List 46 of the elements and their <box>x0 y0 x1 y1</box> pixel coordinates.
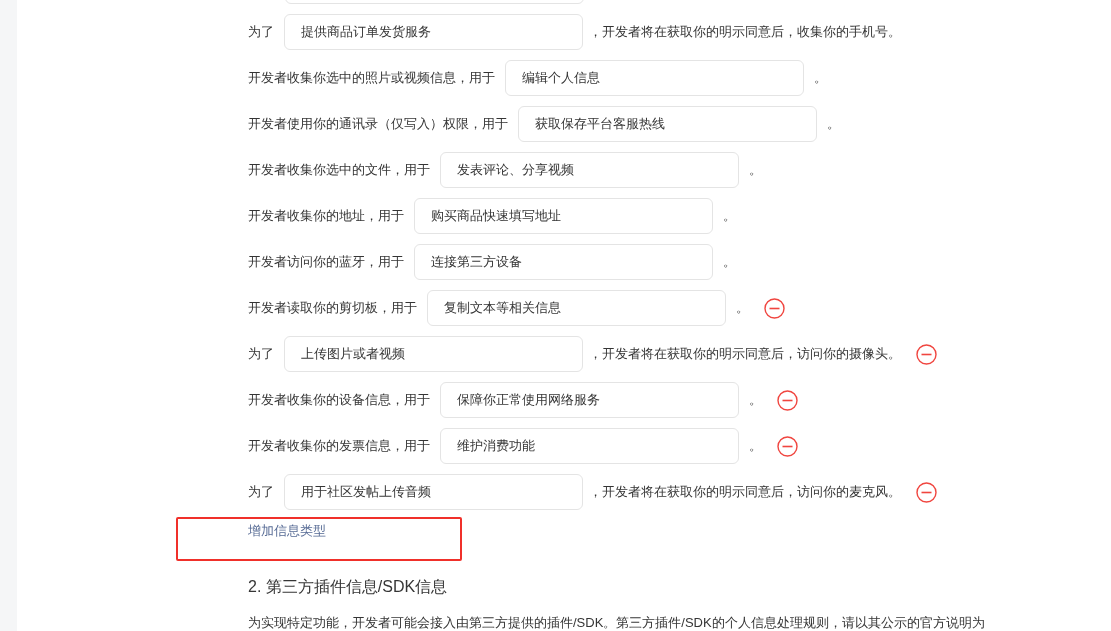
remove-button[interactable] <box>764 297 785 319</box>
purpose-label: 为了 <box>248 483 274 502</box>
minus-circle-icon <box>777 389 798 411</box>
remove-button[interactable] <box>777 389 798 411</box>
input-field[interactable]: 编辑个人信息 <box>505 60 804 96</box>
input-field[interactable]: 复制文本等相关信息 <box>427 290 726 326</box>
purpose-label: 为了 <box>248 23 274 42</box>
minus-circle-icon <box>916 481 937 503</box>
input-field[interactable]: 提供商品订单发货服务 <box>284 14 583 50</box>
purpose-text: ，开发者将在获取你的明示同意后，收集你的手机号。 <box>589 23 901 42</box>
usage-label: 开发者读取你的剪切板，用于 <box>248 299 417 318</box>
usage-label: 开发者收集你选中的照片或视频信息，用于 <box>248 69 495 88</box>
period-text: 。 <box>723 207 736 226</box>
period-text: 。 <box>827 115 840 134</box>
input-field[interactable]: 购买商品快速填写地址 <box>414 198 713 234</box>
usage-label: 开发者收集你的设备信息，用于 <box>248 391 430 410</box>
purpose-text: ，开发者将在获取你的明示同意后，访问你的麦克风。 <box>589 483 901 502</box>
period-text: 。 <box>736 299 749 318</box>
purpose-text: ，开发者将在获取你的明示同意后，访问你的摄像头。 <box>589 345 901 364</box>
input-field[interactable]: 维护消费功能 <box>440 428 739 464</box>
purpose-label: 为了 <box>248 345 274 364</box>
section-heading: 2. 第三方插件信息/SDK信息 <box>248 577 449 597</box>
period-text: 。 <box>749 161 762 180</box>
minus-circle-icon <box>764 297 785 319</box>
usage-label: 开发者收集你的发票信息，用于 <box>248 437 430 456</box>
period-text: 。 <box>723 253 736 272</box>
input-field[interactable]: 上传图片或者视频 <box>284 336 583 372</box>
period-text: 。 <box>749 437 762 456</box>
period-text: 。 <box>749 391 762 410</box>
usage-label: 开发者访问你的蓝牙，用于 <box>248 253 404 272</box>
minus-circle-icon <box>916 343 937 365</box>
remove-button[interactable] <box>916 343 937 365</box>
input-field[interactable]: 用于社区发帖上传音频 <box>284 474 583 510</box>
usage-label: 开发者收集你的地址，用于 <box>248 207 404 226</box>
period-text: 。 <box>814 69 827 88</box>
minus-circle-icon <box>777 435 798 457</box>
input-field[interactable]: 发表评论、分享视频 <box>440 152 739 188</box>
remove-button[interactable] <box>777 435 798 457</box>
input-field[interactable]: 获取保存平台客服热线 <box>518 106 817 142</box>
add-type-link[interactable]: 增加信息类型 <box>248 521 326 541</box>
input-field[interactable]: 保障你正常使用网络服务 <box>440 382 739 418</box>
input-field[interactable]: 连接第三方设备 <box>414 244 713 280</box>
usage-label: 开发者收集你选中的文件，用于 <box>248 161 430 180</box>
section-text: 为实现特定功能，开发者可能会接入由第三方提供的插件/SDK。第三方插件/SDK的个人信息处理规则，请以其公示的官方说明为 <box>248 614 986 631</box>
remove-button[interactable] <box>916 481 937 503</box>
usage-label: 开发者使用你的通讯录（仅写入）权限，用于 <box>248 115 508 134</box>
